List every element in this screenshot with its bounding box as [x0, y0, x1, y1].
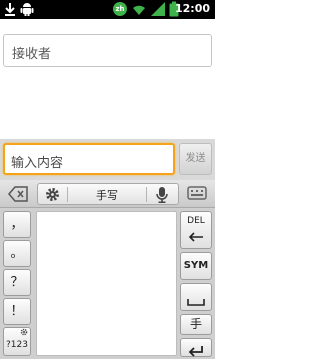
android-icon	[20, 1, 34, 21]
wifi-icon	[131, 1, 147, 21]
hand-key[interactable]: 手	[180, 314, 212, 335]
send-button[interactable]: 发送	[179, 143, 212, 175]
handwriting-keyboard: 手写 ， 。 ？ ！ ?123 DEL SYM 手	[0, 180, 215, 359]
recipient-field[interactable]: 接收者	[3, 34, 212, 67]
message-placeholder: 输入内容	[11, 156, 64, 171]
punct-key-question[interactable]: ？	[3, 269, 31, 296]
message-input[interactable]: 输入内容	[3, 143, 175, 175]
enter-arrow-icon	[181, 342, 211, 359]
download-arrow-icon	[4, 1, 16, 21]
signal-icon	[150, 1, 166, 21]
keyboard-layout-icon[interactable]	[186, 183, 208, 205]
keyboard-toolbar: 手写	[0, 180, 215, 208]
enter-key[interactable]	[180, 338, 212, 357]
delete-key[interactable]: DEL	[180, 211, 212, 249]
collapse-keyboard-icon[interactable]	[6, 183, 30, 205]
backspace-arrow-icon	[181, 227, 211, 246]
handwriting-pad[interactable]	[36, 211, 177, 356]
punct-key-period[interactable]: 。	[3, 240, 31, 267]
compose-bar: 输入内容 发送	[0, 139, 215, 180]
toolbar-divider	[146, 187, 147, 202]
settings-gear-small-icon	[20, 317, 28, 351]
sym-key[interactable]: SYM	[180, 252, 212, 280]
handwriting-mode-button[interactable]: 手写	[82, 187, 132, 203]
delete-label: DEL	[187, 216, 205, 226]
punct-key-comma[interactable]: ，	[3, 211, 31, 238]
recipient-placeholder: 接收者	[12, 47, 52, 62]
space-bar-icon	[181, 292, 211, 311]
status-bar: zh 12:00	[0, 0, 215, 19]
keyboard-toolbar-options: 手写	[37, 183, 179, 205]
microphone-icon[interactable]	[155, 186, 169, 208]
space-key[interactable]	[180, 283, 212, 311]
settings-gear-icon[interactable]	[44, 186, 61, 207]
status-time: 12:00	[174, 2, 210, 15]
input-method-badge-icon: zh	[113, 2, 127, 16]
mode-switch-key[interactable]: ?123	[3, 327, 31, 356]
toolbar-divider	[67, 187, 68, 202]
